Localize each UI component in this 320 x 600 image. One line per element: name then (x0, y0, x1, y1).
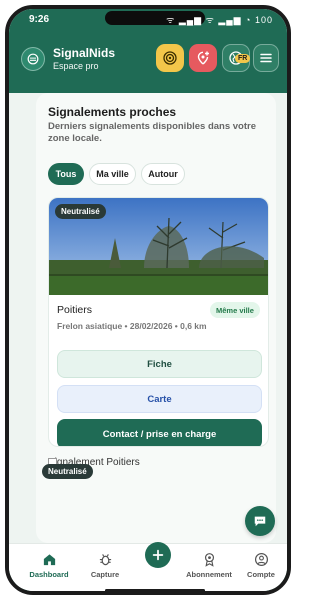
nav-subscription[interactable]: Abonnement (183, 552, 235, 579)
add-location-icon (197, 51, 209, 65)
add-button[interactable] (145, 542, 171, 568)
app-subtitle: Espace pro (53, 61, 99, 71)
menu-button[interactable] (253, 44, 279, 72)
status-time: 9:26 (29, 14, 50, 25)
status-badge: Neutralisé (55, 204, 106, 219)
radar-icon (163, 51, 177, 65)
medal-icon (204, 553, 214, 567)
plus-icon (152, 549, 164, 561)
account-icon (254, 552, 268, 567)
nav-dashboard-label: Dashboard (29, 570, 69, 579)
same-city-badge: Même ville (210, 302, 260, 318)
filter-all-chip[interactable]: Tous (48, 163, 84, 185)
chat-icon (254, 516, 266, 527)
status-bar: 9:26 ᯤ ▂▄▆ ᯤ ▂▄▆ ◔ 100 (9, 9, 287, 31)
nav-dashboard[interactable]: Dashboard (23, 552, 75, 579)
radar-button[interactable] (156, 44, 184, 72)
status-icons: ᯤ ▂▄▆ ᯤ ▂▄▆ ◔ 100 (166, 15, 273, 25)
nav-account-label: Compte (247, 570, 275, 579)
menu-icon (260, 53, 272, 63)
app-header: SignalNids Espace pro FR (9, 31, 287, 93)
nav-capture[interactable]: Capture (79, 552, 131, 579)
phone-frame: 9:26 ᯤ ▂▄▆ ᯤ ▂▄▆ ◔ 100 SignalNids Espace… (5, 5, 291, 595)
logo-icon[interactable] (21, 47, 45, 71)
carte-button[interactable]: Carte (57, 385, 262, 413)
language-badge: FR (235, 54, 251, 63)
top-bar: 9:26 ᯤ ▂▄▆ ᯤ ▂▄▆ ◔ 100 SignalNids Espace… (9, 9, 287, 93)
filter-around-chip[interactable]: Autour (141, 163, 185, 185)
section-subtitle: Derniers signalements disponibles dans v… (48, 121, 257, 144)
app-title: SignalNids (53, 46, 116, 60)
nav-capture-label: Capture (90, 570, 120, 579)
nav-account[interactable]: Compte (235, 552, 287, 579)
brand: SignalNids Espace pro (53, 46, 115, 71)
home-icon (43, 554, 55, 566)
fiche-button[interactable]: Fiche (57, 350, 262, 378)
nearby-reports-card: Signalements proches Derniers signalemen… (36, 93, 276, 543)
add-report-button[interactable] (189, 44, 217, 72)
filter-my-city-chip[interactable]: Ma ville (89, 163, 136, 185)
contact-button[interactable]: Contact / prise en charge (57, 419, 262, 446)
bug-icon (99, 554, 111, 566)
report-meta: Frelon asiatique • 28/02/2026 • 0,6 km (57, 321, 207, 331)
report-item: Neutralisé Poitiers Même ville Frelon as… (48, 197, 269, 447)
status-badge-2: Neutralisé (42, 464, 93, 479)
home-indicator (105, 589, 205, 591)
report-city: Poitiers (57, 304, 93, 316)
screen: 9:26 ᯤ ▂▄▆ ᯤ ▂▄▆ ◔ 100 SignalNids Espace… (9, 9, 287, 591)
nav-subscription-label: Abonnement (186, 570, 232, 579)
section-title: Signalements proches (48, 105, 177, 119)
chat-button[interactable] (245, 506, 275, 536)
